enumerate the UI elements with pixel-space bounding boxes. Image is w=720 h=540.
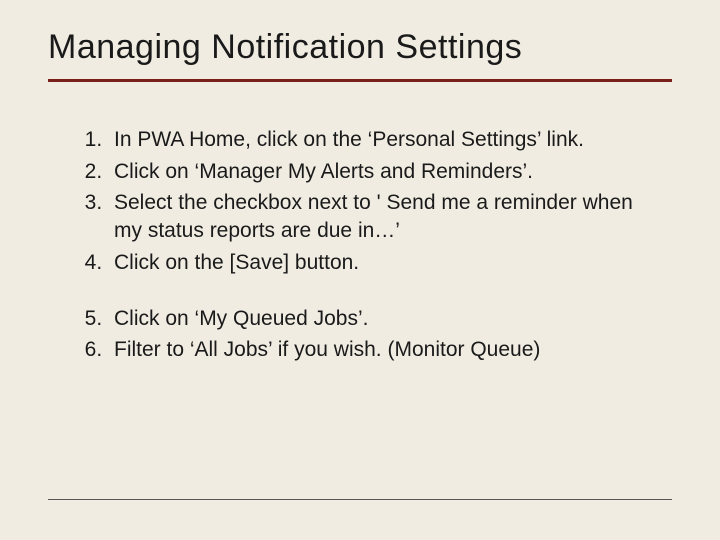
list-item: Click on ‘My Queued Jobs’.: [108, 305, 666, 333]
spacer: [48, 281, 672, 305]
list-item: Filter to ‘All Jobs’ if you wish. (Monit…: [108, 336, 666, 364]
slide: Managing Notification Settings In PWA Ho…: [0, 0, 720, 540]
title-underline: [48, 79, 672, 82]
list-item: In PWA Home, click on the ‘Personal Sett…: [108, 126, 666, 154]
list-item: Click on ‘Manager My Alerts and Reminder…: [108, 158, 666, 186]
steps-list-a: In PWA Home, click on the ‘Personal Sett…: [48, 126, 666, 277]
footer-rule: [48, 499, 672, 500]
page-title: Managing Notification Settings: [48, 28, 672, 73]
steps-list-b: Click on ‘My Queued Jobs’. Filter to ‘Al…: [48, 305, 666, 364]
list-item: Select the checkbox next to ' Send me a …: [108, 189, 666, 244]
list-item: Click on the [Save] button.: [108, 249, 666, 277]
